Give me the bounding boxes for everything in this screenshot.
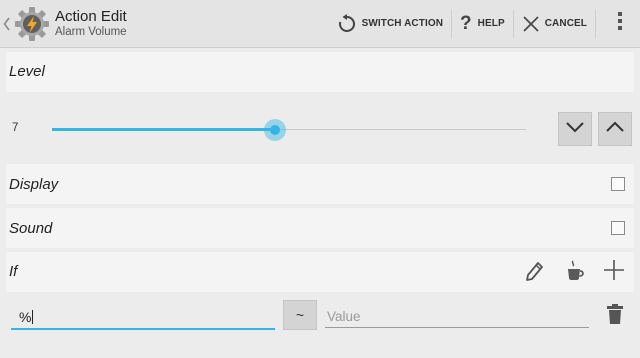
app-icon xyxy=(13,5,51,43)
title-block: Action Edit Alarm Volume xyxy=(55,8,127,39)
action-bar: Action Edit Alarm Volume SWITCH ACTION ?… xyxy=(0,0,640,48)
help-button[interactable]: ? HELP xyxy=(452,0,513,48)
condition-operator-button[interactable]: ~ xyxy=(283,300,317,330)
screen-subtitle: Alarm Volume xyxy=(55,26,127,38)
level-value: 7 xyxy=(12,122,19,134)
level-slider[interactable] xyxy=(52,119,526,141)
operator-label: ~ xyxy=(295,307,305,323)
display-checkbox[interactable] xyxy=(611,177,625,191)
slider-thumb[interactable] xyxy=(269,125,280,135)
display-label: Display xyxy=(9,176,59,193)
cancel-label: CANCEL xyxy=(544,18,587,29)
up-navigation[interactable] xyxy=(0,0,51,48)
increase-level-button[interactable] xyxy=(598,112,632,146)
overflow-menu-button[interactable] xyxy=(600,0,640,48)
sound-row[interactable]: Sound xyxy=(6,208,634,248)
help-label: HELP xyxy=(477,18,505,29)
display-row[interactable]: Display xyxy=(6,164,634,204)
overflow-menu-icon xyxy=(617,11,623,36)
pencil-icon xyxy=(524,259,546,286)
screen-title: Action Edit xyxy=(55,8,127,25)
back-chevron-icon xyxy=(2,14,12,34)
sound-checkbox[interactable] xyxy=(611,221,625,235)
trash-icon xyxy=(606,303,624,330)
condition-variable-text: % xyxy=(19,309,32,325)
level-header: Level xyxy=(6,52,634,92)
switch-action-label: SWITCH ACTION xyxy=(361,18,444,29)
divider xyxy=(595,9,596,38)
cancel-button[interactable]: CANCEL xyxy=(514,0,595,48)
refresh-icon xyxy=(336,13,358,35)
edit-condition-button[interactable] xyxy=(522,259,548,285)
chevron-up-icon xyxy=(605,120,625,138)
value-placeholder: Value xyxy=(327,309,361,324)
if-label: If xyxy=(9,263,18,280)
condition-value-input[interactable]: Value xyxy=(325,306,589,328)
action-edit-screen: Action Edit Alarm Volume SWITCH ACTION ?… xyxy=(0,0,640,358)
coffee-cup-icon xyxy=(564,259,586,286)
level-label: Level xyxy=(9,63,45,80)
condition-variable-input[interactable]: % xyxy=(11,304,275,330)
decrease-level-button[interactable] xyxy=(558,112,592,146)
chevron-down-icon xyxy=(565,120,585,138)
help-icon: ? xyxy=(460,12,472,34)
delete-condition-button[interactable] xyxy=(602,303,628,329)
text-caret xyxy=(32,310,34,324)
if-header: If xyxy=(6,252,634,292)
switch-action-button[interactable]: SWITCH ACTION xyxy=(328,0,451,48)
variable-select-button[interactable] xyxy=(562,259,588,285)
sound-label: Sound xyxy=(9,220,53,237)
slider-fill xyxy=(52,128,275,131)
close-icon xyxy=(522,15,540,33)
add-condition-button[interactable] xyxy=(601,259,627,285)
plus-icon xyxy=(603,259,625,286)
